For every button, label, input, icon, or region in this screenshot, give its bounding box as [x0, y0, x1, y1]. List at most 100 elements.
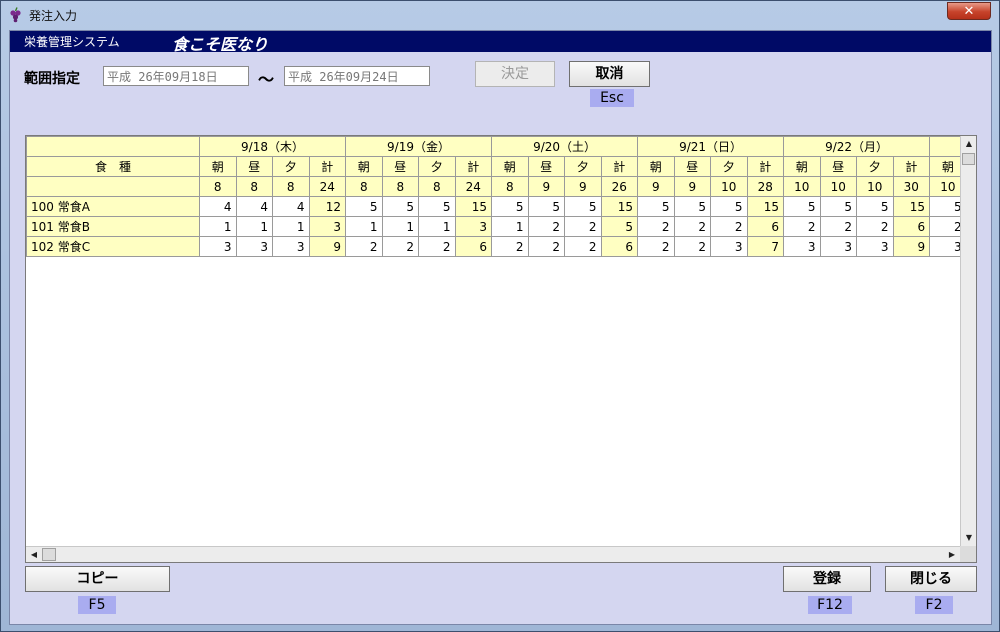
app-header: 栄養管理システム 食こそ医なり: [10, 31, 991, 54]
quantity-cell[interactable]: 2: [527, 216, 566, 237]
quantity-cell[interactable]: 2: [637, 236, 675, 257]
copy-button[interactable]: コピー: [25, 566, 170, 592]
meal-label: 朝: [491, 156, 529, 177]
day-sum-cell: 9: [892, 236, 931, 257]
close-window-button[interactable]: ✕: [947, 2, 991, 20]
horizontal-scrollbar[interactable]: ◀ ▶: [26, 546, 960, 562]
decide-button[interactable]: 決定: [475, 61, 555, 87]
quantity-cell[interactable]: 5: [710, 196, 748, 217]
quantity-cell[interactable]: 3: [819, 236, 858, 257]
quantity-cell[interactable]: 3: [199, 236, 237, 257]
vertical-scrollbar[interactable]: ▲ ▼: [960, 136, 976, 546]
register-key-hint: F12: [808, 596, 852, 614]
quantity-cell[interactable]: 3: [856, 236, 894, 257]
total-cell: 8: [272, 176, 310, 197]
table-row: 101 常食B 1 1 1 3 1 1 1 3 1 2 2 5 2 2 2 6 2 2 2 6 2: [26, 216, 967, 237]
quantity-cell[interactable]: 3: [783, 236, 821, 257]
scroll-left-icon[interactable]: ◀: [26, 547, 42, 562]
quantity-cell[interactable]: 1: [381, 216, 420, 237]
quantity-cell[interactable]: 5: [673, 196, 712, 217]
quantity-cell[interactable]: 5: [856, 196, 894, 217]
total-cell: 24: [308, 176, 347, 197]
copy-key-hint: F5: [78, 596, 116, 614]
food-type-header: 食 種: [26, 156, 200, 177]
quantity-cell[interactable]: 4: [235, 196, 273, 217]
date-header: 9/22（月）: [783, 136, 931, 157]
day-sum-cell: 7: [746, 236, 785, 257]
client-area: 栄養管理システム 食こそ医なり 範囲指定 平成 26年09月18日 〜 平成 2…: [9, 30, 992, 625]
quantity-cell[interactable]: 2: [345, 236, 383, 257]
quantity-cell[interactable]: 1: [418, 216, 456, 237]
vertical-scroll-thumb[interactable]: [962, 153, 975, 165]
cancel-button[interactable]: 取消: [569, 61, 650, 87]
quantity-cell[interactable]: 4: [272, 196, 310, 217]
quantity-cell[interactable]: 5: [637, 196, 675, 217]
total-cell: 10: [783, 176, 821, 197]
quantity-cell[interactable]: 3: [235, 236, 273, 257]
quantity-cell[interactable]: 1: [272, 216, 310, 237]
quantity-cell[interactable]: 2: [381, 236, 420, 257]
quantity-cell[interactable]: 2: [673, 216, 712, 237]
meal-header-row: 食 種朝昼夕計朝昼夕計朝昼夕計朝昼夕計朝昼夕計朝: [26, 156, 967, 177]
total-cell: 10: [819, 176, 858, 197]
scroll-right-icon[interactable]: ▶: [944, 547, 960, 562]
quantity-cell[interactable]: 2: [819, 216, 858, 237]
scroll-down-icon[interactable]: ▼: [961, 530, 976, 546]
quantity-cell[interactable]: 2: [856, 216, 894, 237]
meal-label: 朝: [345, 156, 383, 177]
close-key-hint: F2: [915, 596, 953, 614]
quantity-cell[interactable]: 2: [637, 216, 675, 237]
date-from-input[interactable]: 平成 26年09月18日: [103, 66, 249, 86]
quantity-cell[interactable]: 2: [673, 236, 712, 257]
quantity-cell[interactable]: 1: [235, 216, 273, 237]
scroll-up-icon[interactable]: ▲: [961, 136, 976, 152]
quantity-cell[interactable]: 3: [272, 236, 310, 257]
day-sum-cell: 15: [600, 196, 639, 217]
total-cell: 26: [600, 176, 639, 197]
quantity-cell[interactable]: 2: [527, 236, 566, 257]
date-to-input[interactable]: 平成 26年09月24日: [284, 66, 430, 86]
quantity-cell[interactable]: 5: [819, 196, 858, 217]
meal-label: 夕: [564, 156, 602, 177]
quantity-cell[interactable]: 5: [345, 196, 383, 217]
total-cell: 8: [381, 176, 420, 197]
quantity-cell[interactable]: 5: [527, 196, 566, 217]
quantity-cell[interactable]: 2: [564, 236, 602, 257]
quantity-cell[interactable]: 1: [199, 216, 237, 237]
quantity-cell[interactable]: 5: [564, 196, 602, 217]
day-sum-cell: 6: [746, 216, 785, 237]
quantity-cell[interactable]: 2: [418, 236, 456, 257]
quantity-cell[interactable]: 3: [710, 236, 748, 257]
horizontal-scroll-thumb[interactable]: [42, 548, 56, 561]
total-cell: 24: [454, 176, 493, 197]
close-button[interactable]: 閉じる: [885, 566, 977, 592]
totals-row: 8 8 8 24 8 8 8 24 8 9 9 26 9 9 10 28 10 10 10 30 10: [26, 176, 967, 197]
meal-label: 計: [600, 156, 639, 177]
register-button[interactable]: 登録: [783, 566, 871, 592]
day-sum-cell: 6: [600, 236, 639, 257]
cancel-key-hint: Esc: [590, 89, 634, 107]
quantity-cell[interactable]: 2: [783, 216, 821, 237]
range-separator: 〜: [258, 70, 275, 89]
date-header-row: 9/18（木） 9/19（金） 9/20（土） 9/21（日） 9/22（月）: [26, 136, 967, 157]
quantity-cell[interactable]: 2: [491, 236, 529, 257]
total-cell: 10: [856, 176, 894, 197]
day-sum-cell: 9: [308, 236, 347, 257]
meal-label: 夕: [856, 156, 894, 177]
quantity-cell[interactable]: 5: [491, 196, 529, 217]
quantity-cell[interactable]: 1: [491, 216, 529, 237]
quantity-cell[interactable]: 5: [783, 196, 821, 217]
day-sum-cell: 15: [746, 196, 785, 217]
corner-cell: [26, 136, 200, 157]
quantity-cell[interactable]: 5: [381, 196, 420, 217]
quantity-cell[interactable]: 2: [564, 216, 602, 237]
quantity-cell[interactable]: 2: [710, 216, 748, 237]
quantity-cell[interactable]: 1: [345, 216, 383, 237]
quantity-cell[interactable]: 5: [418, 196, 456, 217]
order-grid: 9/18（木） 9/19（金） 9/20（土） 9/21（日） 9/22（月）食 種朝昼…: [25, 135, 977, 563]
meal-label: 夕: [710, 156, 748, 177]
app-logo: 食こそ医なり: [172, 35, 269, 54]
day-sum-cell: 6: [454, 236, 493, 257]
quantity-cell[interactable]: 4: [199, 196, 237, 217]
meal-label: 夕: [418, 156, 456, 177]
